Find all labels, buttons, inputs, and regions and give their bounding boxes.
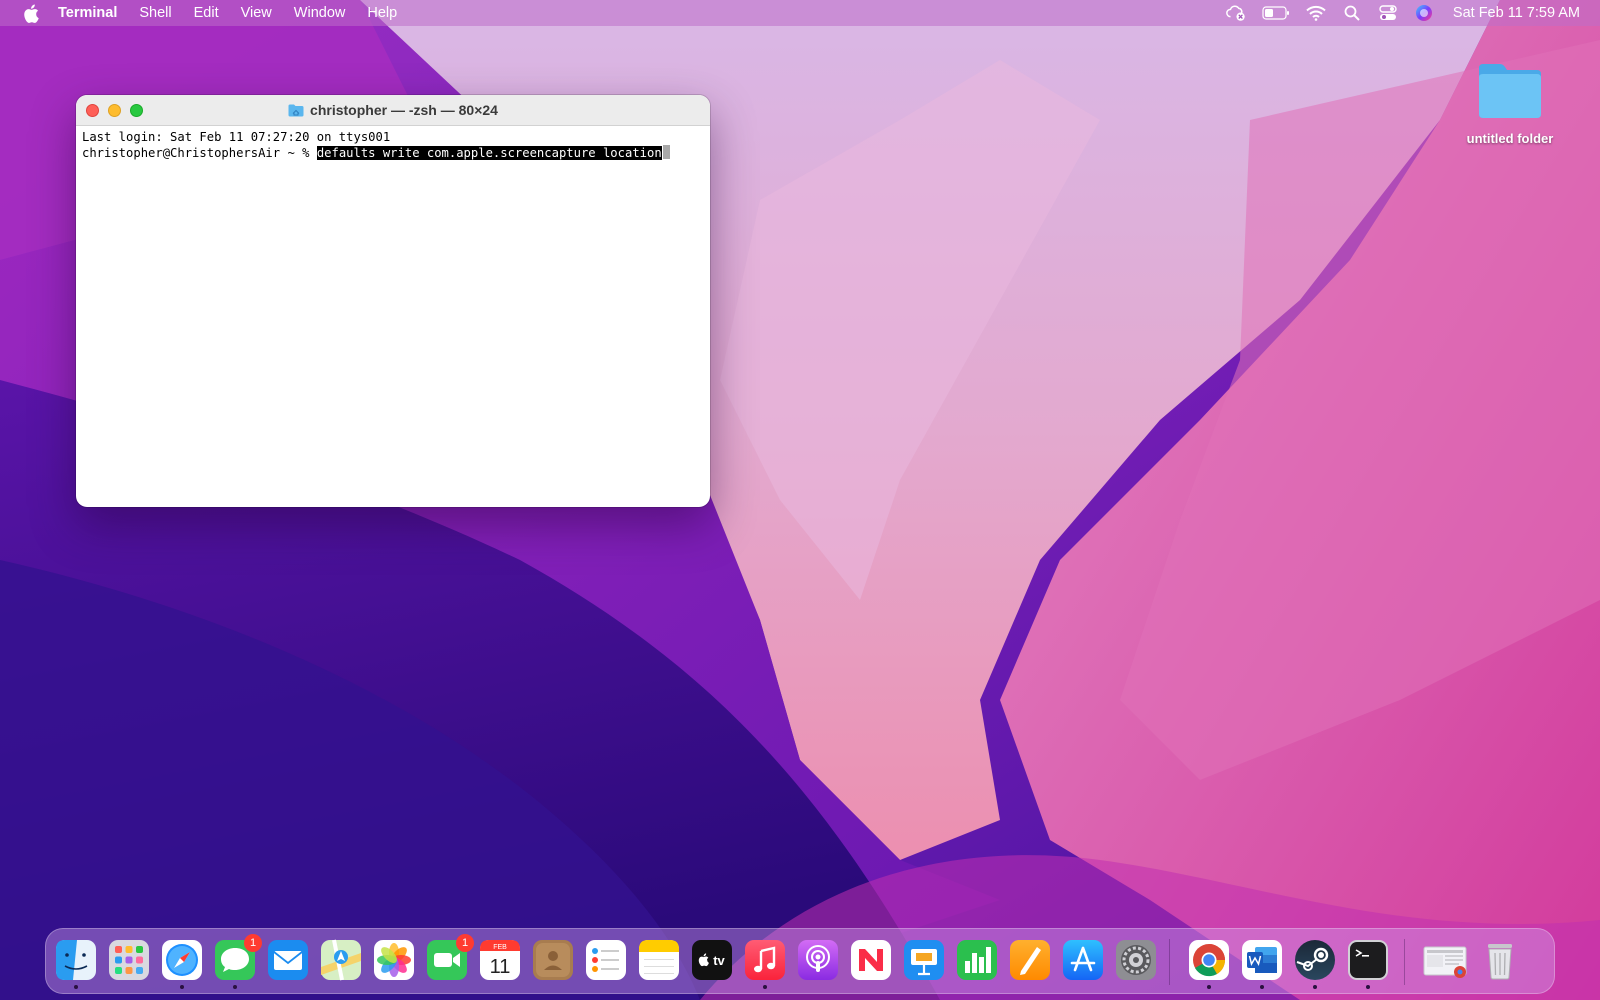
messages-running-dot (233, 985, 237, 989)
menu-shell[interactable]: Shell (139, 5, 171, 21)
steam-running-dot (1313, 985, 1317, 989)
wifi-icon[interactable] (1305, 4, 1327, 22)
window-title: christopher — -zsh — 80×24 (288, 102, 498, 118)
menu-bar-status-area: Sat Feb 11 7:59 AM (1211, 0, 1600, 26)
safari-running-dot (180, 985, 184, 989)
messages-badge: 1 (244, 934, 262, 952)
numbers-icon[interactable] (956, 939, 998, 981)
trash-icon[interactable] (1479, 939, 1521, 981)
music-icon[interactable] (744, 939, 786, 981)
menu-edit[interactable]: Edit (194, 5, 219, 21)
terminal-output[interactable]: Last login: Sat Feb 11 07:27:20 on ttys0… (76, 126, 710, 164)
desktop-folder-untitled[interactable]: untitled folder (1450, 60, 1570, 146)
downloads-stack-icon[interactable] (1422, 939, 1470, 981)
notes-icon[interactable] (638, 939, 680, 981)
selected-command-text[interactable]: defaults write com.apple.screencapture l… (316, 146, 662, 160)
menu-bar-clock[interactable]: Sat Feb 11 7:59 AM (1453, 5, 1580, 21)
apple-menu-icon[interactable] (20, 2, 42, 24)
news-icon[interactable] (850, 939, 892, 981)
battery-icon[interactable] (1261, 4, 1291, 22)
music-running-dot (763, 985, 767, 989)
system-preferences-icon[interactable] (1115, 939, 1157, 981)
home-folder-icon (288, 104, 304, 117)
minimize-button[interactable] (108, 104, 121, 117)
mail-icon[interactable] (267, 939, 309, 981)
menu-view[interactable]: View (241, 5, 272, 21)
app-store-icon[interactable] (1062, 939, 1104, 981)
close-button[interactable] (86, 104, 99, 117)
chrome-icon[interactable] (1188, 939, 1230, 981)
steam-icon[interactable] (1294, 939, 1336, 981)
dock: 1 1 FEB 11 tv (45, 928, 1555, 994)
prompt-line: christopher@ChristophersAir ~ % defaults… (82, 145, 704, 161)
menu-app-name[interactable]: Terminal (58, 5, 117, 21)
apple-tv-label: tv (713, 953, 725, 968)
facetime-badge: 1 (456, 934, 474, 952)
terminal-running-dot (1366, 985, 1370, 989)
window-controls (86, 104, 152, 117)
dock-separator-stacks (1404, 939, 1405, 985)
text-cursor (662, 145, 670, 159)
terminal-title-bar[interactable]: christopher — -zsh — 80×24 (76, 95, 710, 126)
maps-icon[interactable] (320, 939, 362, 981)
messages-icon[interactable]: 1 (214, 934, 262, 981)
word-icon[interactable] (1241, 939, 1283, 981)
keynote-icon[interactable] (903, 939, 945, 981)
last-login-line: Last login: Sat Feb 11 07:27:20 on ttys0… (82, 130, 391, 144)
podcasts-icon[interactable] (797, 939, 839, 981)
menu-window[interactable]: Window (294, 5, 346, 21)
calendar-icon[interactable]: FEB 11 (479, 939, 521, 981)
apple-tv-icon[interactable]: tv (691, 939, 733, 981)
chrome-running-dot (1207, 985, 1211, 989)
icloud-error-icon[interactable] (1225, 4, 1247, 22)
facetime-icon[interactable]: 1 (426, 934, 474, 981)
contacts-icon[interactable] (532, 939, 574, 981)
siri-icon[interactable] (1413, 4, 1435, 22)
calendar-day: 11 (490, 956, 511, 978)
desktop-folder-label: untitled folder (1466, 131, 1554, 146)
folder-icon (1476, 60, 1544, 125)
dock-separator (1169, 939, 1170, 985)
terminal-icon[interactable] (1347, 939, 1389, 981)
launchpad-icon[interactable] (108, 939, 150, 981)
word-running-dot (1260, 985, 1264, 989)
pages-icon[interactable] (1009, 939, 1051, 981)
calendar-month: FEB (493, 944, 507, 951)
terminal-window: christopher — -zsh — 80×24 Last login: S… (76, 95, 710, 507)
menu-bar: Terminal Shell Edit View Window Help Sat… (0, 0, 1600, 26)
control-center-icon[interactable] (1377, 4, 1399, 22)
zoom-button[interactable] (130, 104, 143, 117)
menu-help[interactable]: Help (367, 5, 397, 21)
shell-prompt: christopher@ChristophersAir ~ % (82, 146, 317, 160)
safari-icon[interactable] (161, 939, 203, 981)
spotlight-icon[interactable] (1341, 4, 1363, 22)
finder-running-dot (74, 985, 78, 989)
terminal-title-text: christopher — -zsh — 80×24 (310, 102, 498, 118)
reminders-icon[interactable] (585, 939, 627, 981)
photos-icon[interactable] (373, 939, 415, 981)
finder-icon[interactable] (55, 939, 97, 981)
